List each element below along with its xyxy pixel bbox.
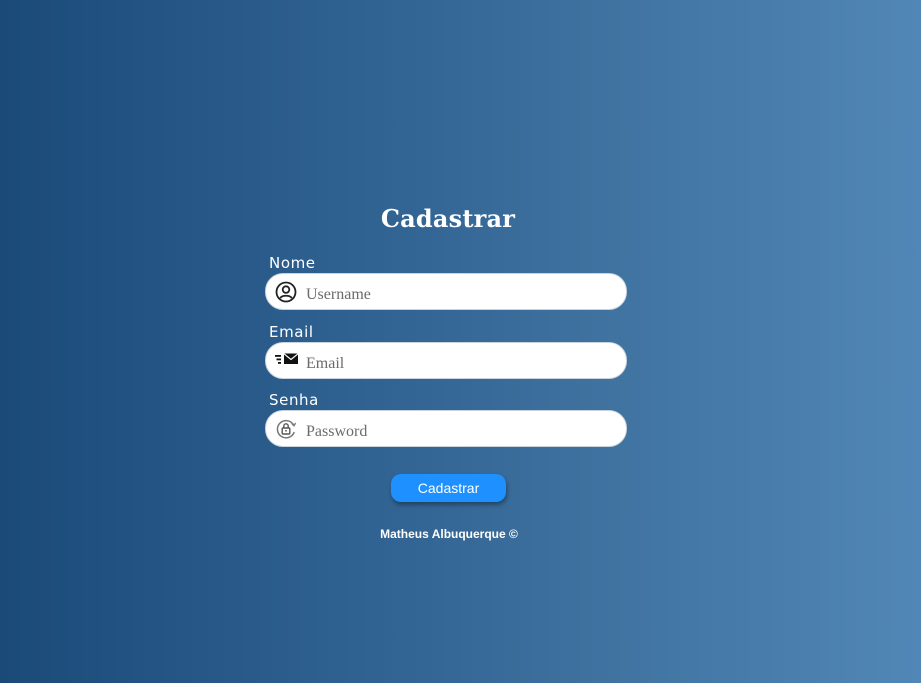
password-field[interactable] <box>265 410 627 447</box>
footer-credit: Matheus Albuquerque © <box>380 527 518 541</box>
mail-icon <box>274 352 300 368</box>
password-label: Senha <box>269 391 319 409</box>
username-input[interactable] <box>306 284 606 306</box>
username-field[interactable] <box>265 273 627 310</box>
user-circle-icon <box>275 281 297 303</box>
register-button[interactable]: Cadastrar <box>391 474 506 502</box>
email-input[interactable] <box>306 353 606 375</box>
email-label: Email <box>269 323 314 341</box>
password-input[interactable] <box>306 421 606 443</box>
name-label: Nome <box>269 254 316 272</box>
form-title: Cadastrar <box>380 204 516 233</box>
lock-icon <box>275 418 297 440</box>
email-field[interactable] <box>265 342 627 379</box>
